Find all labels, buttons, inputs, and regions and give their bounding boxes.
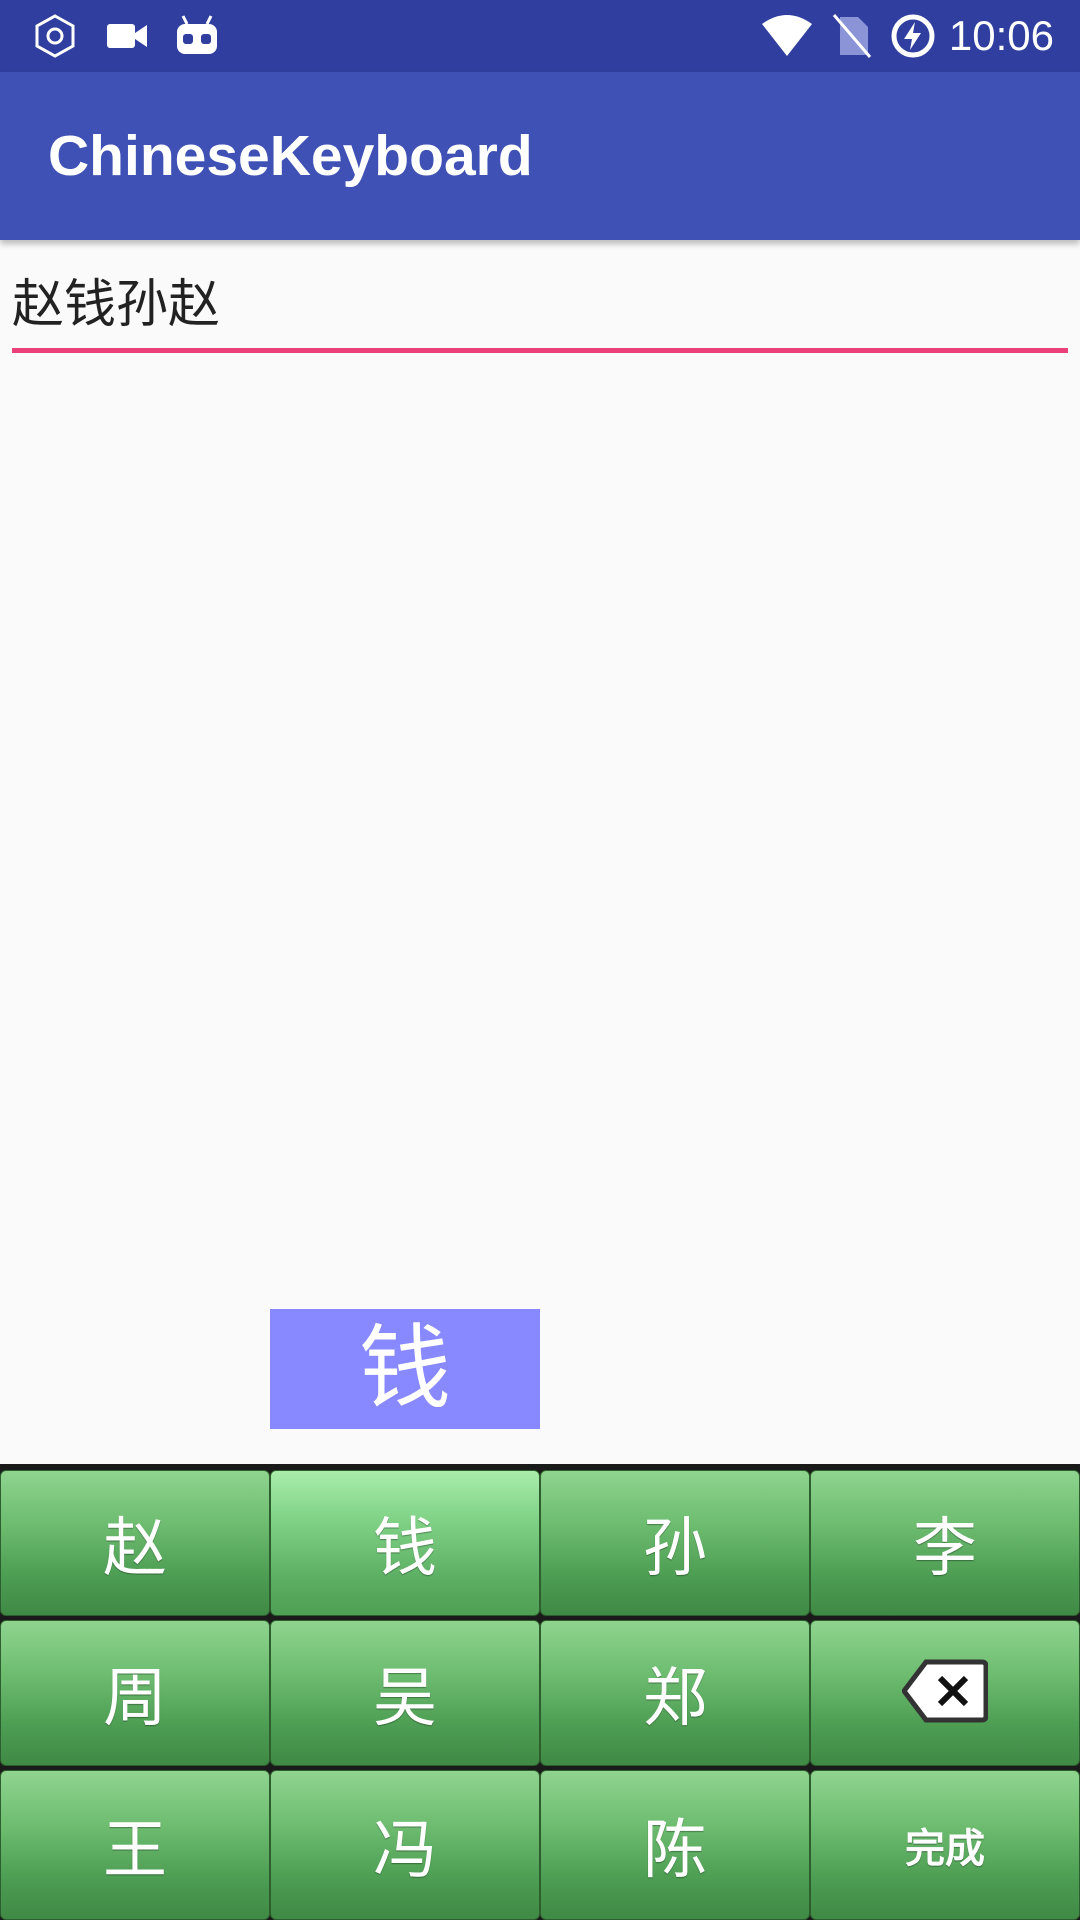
input-underline	[12, 348, 1068, 353]
video-camera-icon	[104, 12, 150, 60]
key-chen[interactable]: 陈	[540, 1770, 810, 1920]
key-label: 孙	[643, 1512, 707, 1586]
app-bar: ChineseKeyboard	[0, 72, 1080, 240]
key-li[interactable]: 李	[810, 1470, 1080, 1616]
key-zhao[interactable]: 赵	[0, 1470, 270, 1616]
key-label: 郑	[643, 1662, 707, 1736]
key-label: 钱	[373, 1512, 437, 1586]
key-preview-popup: 钱	[270, 1309, 540, 1429]
text-input-field[interactable]: 赵钱孙赵	[12, 262, 1068, 357]
battery-charging-icon	[888, 12, 938, 60]
wifi-icon	[760, 12, 814, 60]
settings-hex-icon	[30, 12, 80, 60]
key-wang[interactable]: 王	[0, 1770, 270, 1920]
key-zhou[interactable]: 周	[0, 1620, 270, 1766]
screen: 10:06 ChineseKeyboard 赵钱孙赵 钱 赵 钱 孙 李 周 吴	[0, 0, 1080, 1920]
no-sim-icon	[830, 12, 874, 60]
key-zheng[interactable]: 郑	[540, 1620, 810, 1766]
done-key-label: 完成	[905, 1826, 985, 1872]
backspace-icon	[900, 1658, 989, 1728]
text-input-value: 赵钱孙赵	[12, 275, 221, 335]
key-label: 周	[103, 1662, 167, 1736]
custom-keyboard: 赵 钱 孙 李 周 吴 郑 王 冯 陈 完成	[0, 1464, 1080, 1920]
key-label: 冯	[373, 1814, 437, 1888]
key-qian[interactable]: 钱	[270, 1470, 540, 1616]
done-key[interactable]: 完成	[810, 1770, 1080, 1920]
app-title: ChineseKeyboard	[48, 124, 533, 188]
key-feng[interactable]: 冯	[270, 1770, 540, 1920]
key-sun[interactable]: 孙	[540, 1470, 810, 1616]
status-bar: 10:06	[0, 0, 1080, 72]
clock: 10:06	[948, 12, 1054, 59]
key-label: 李	[913, 1512, 977, 1586]
key-label: 赵	[103, 1512, 167, 1586]
backspace-key[interactable]	[810, 1620, 1080, 1766]
key-label: 陈	[643, 1814, 707, 1888]
android-robot-icon	[172, 12, 222, 60]
key-label: 吴	[373, 1662, 437, 1736]
key-label: 王	[103, 1814, 167, 1888]
key-wu[interactable]: 吴	[270, 1620, 540, 1766]
